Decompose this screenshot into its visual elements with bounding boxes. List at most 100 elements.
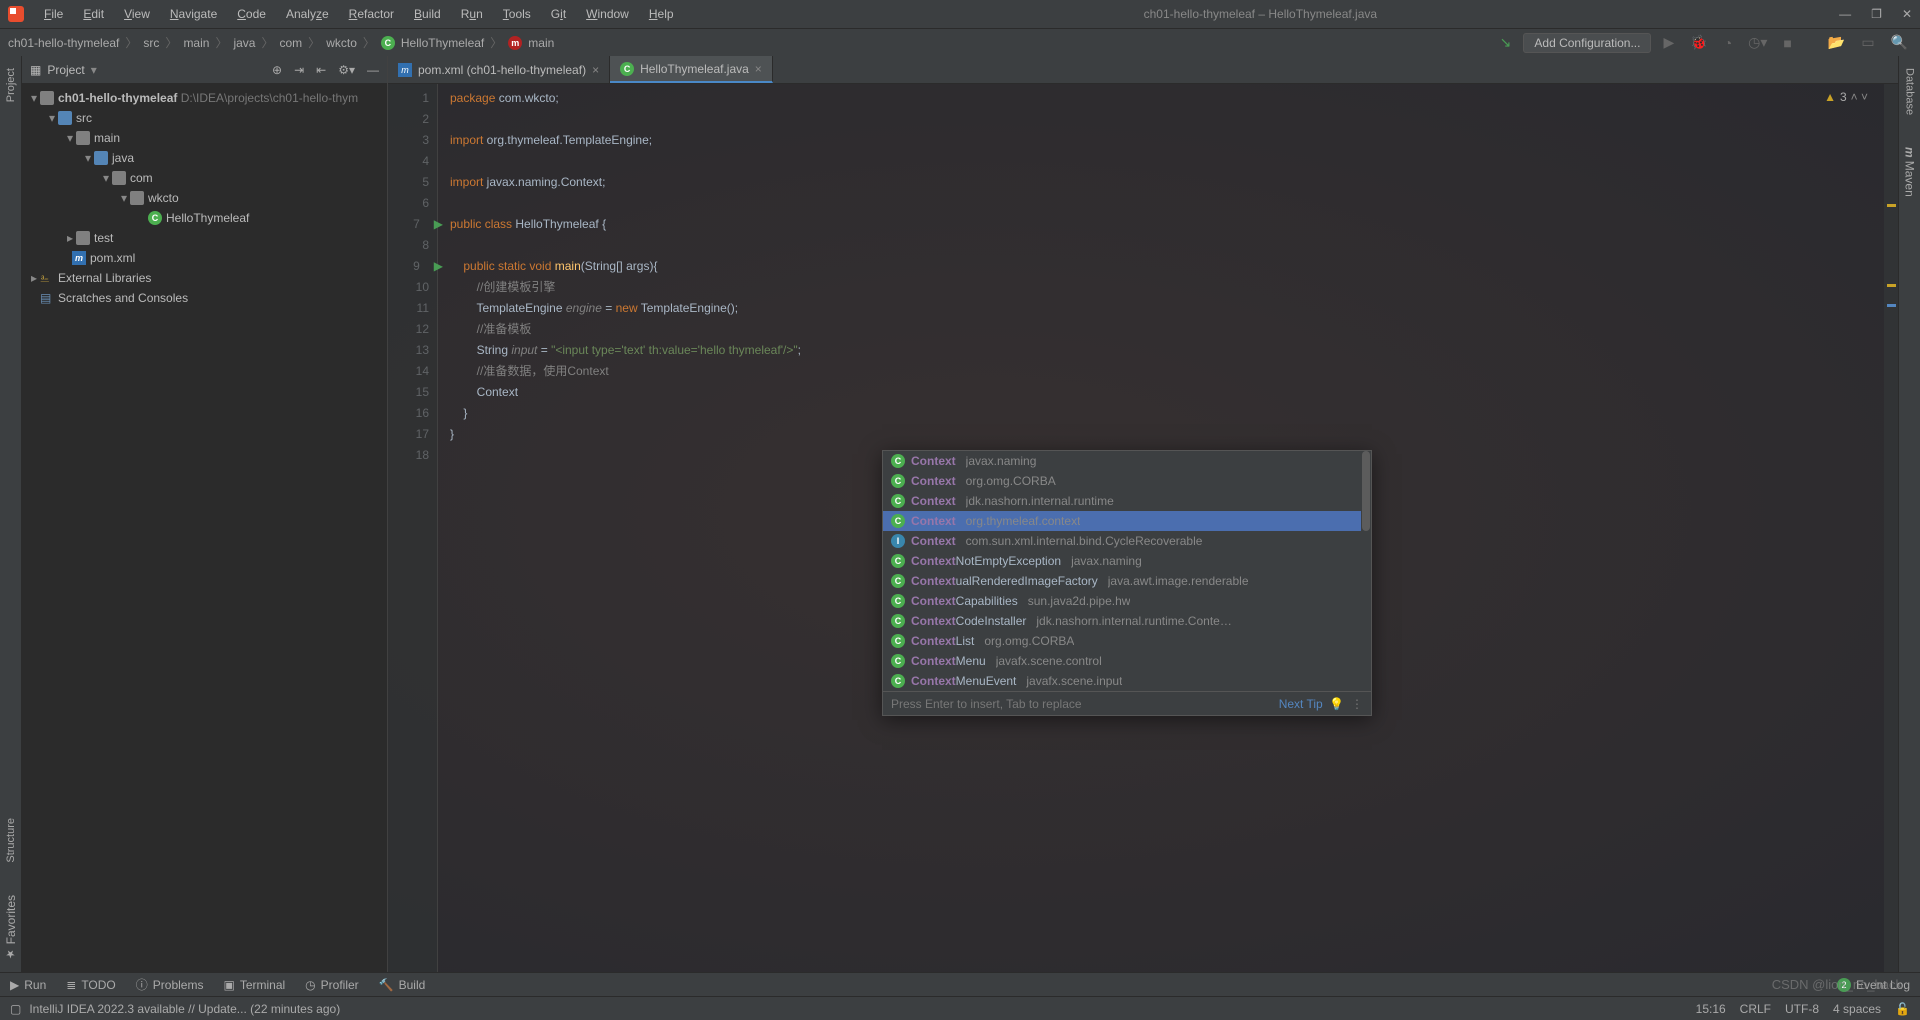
status-message[interactable]: IntelliJ IDEA 2022.3 available // Update… [29,1002,340,1016]
completion-item[interactable]: CContextorg.thymeleaf.context [883,511,1371,531]
indent-info[interactable]: 4 spaces [1833,1002,1881,1016]
minimize-icon[interactable]: ― [1839,7,1851,21]
completion-item[interactable]: CContextListorg.omg.CORBA [883,631,1371,651]
menu-tools[interactable]: Tools [495,3,539,25]
completion-scrollbar[interactable] [1361,451,1371,691]
locate-icon[interactable]: ⊕ [272,63,282,77]
maximize-icon[interactable]: ❐ [1871,7,1882,21]
title-bar: File Edit View Navigate Code Analyze Ref… [0,0,1920,28]
menu-analyze[interactable]: Analyze [278,3,337,25]
database-tool-button[interactable]: Database [1904,62,1916,121]
tab-hello[interactable]: C HelloThymeleaf.java × [610,56,773,83]
tree-item[interactable]: main [94,131,120,145]
project-tree[interactable]: ▾ch01-hello-thymeleaf D:\IDEA\projects\c… [22,84,387,972]
profiler-tool-button[interactable]: ◷Profiler [305,978,359,992]
completion-item[interactable]: CContextjdk.nashorn.internal.runtime [883,491,1371,511]
folder-icon [58,111,72,125]
chevron-down-icon[interactable]: ▾ [91,63,97,77]
menu-view[interactable]: View [116,3,158,25]
completion-item[interactable]: CContextNotEmptyExceptionjavax.naming [883,551,1371,571]
project-tool-button[interactable]: Project [5,62,17,108]
menu-code[interactable]: Code [229,3,274,25]
add-configuration-button[interactable]: Add Configuration... [1523,33,1651,53]
tree-root[interactable]: ch01-hello-thymeleaf [58,91,177,105]
file-encoding[interactable]: UTF-8 [1785,1002,1819,1016]
completion-item[interactable]: CContextCapabilitiessun.java2d.pipe.hw [883,591,1371,611]
right-tool-stripe: Database m Maven [1898,56,1920,972]
inspection-widget[interactable]: ▲3 ˄ ˅ [1824,90,1868,104]
close-icon[interactable]: ✕ [1902,7,1912,21]
maven-tool-button[interactable]: m Maven [1903,141,1917,203]
tool-window-toggle-icon[interactable]: ▢ [10,1002,21,1016]
collapse-icon[interactable]: ⇤ [316,63,326,77]
debug-icon[interactable]: 🐞 [1686,34,1711,51]
hide-icon[interactable]: ― [367,63,379,77]
build-hammer-icon[interactable]: ↘ [1496,34,1516,51]
completion-item[interactable]: CContextjavax.naming [883,451,1371,471]
tab-close-icon[interactable]: × [755,62,762,76]
crumb[interactable]: java [233,36,255,50]
completion-item[interactable]: CContextCodeInstallerjdk.nashorn.interna… [883,611,1371,631]
crumb-class[interactable]: HelloThymeleaf [401,36,484,50]
menu-file[interactable]: File [36,3,71,25]
coverage-icon[interactable]: ◔ [1720,35,1736,51]
run-icon[interactable]: ▶ [1659,34,1678,51]
build-tool-button[interactable]: 🔨Build [379,978,426,992]
interface-icon: I [891,534,905,548]
line-separator[interactable]: CRLF [1740,1002,1771,1016]
completion-item[interactable]: CContextualRenderedImageFactoryjava.awt.… [883,571,1371,591]
completion-popup[interactable]: CContextjavax.namingCContextorg.omg.CORB… [882,450,1372,716]
project-header-label[interactable]: Project [47,63,84,77]
menu-refactor[interactable]: Refactor [341,3,402,25]
profile-icon[interactable]: ◷▾ [1744,34,1771,51]
tree-item[interactable]: test [94,231,113,245]
completion-item[interactable]: CContextMenujavafx.scene.control [883,651,1371,671]
crumb[interactable]: ch01-hello-thymeleaf [8,36,119,50]
crumb[interactable]: com [280,36,303,50]
tree-item[interactable]: External Libraries [58,271,151,285]
menu-window[interactable]: Window [578,3,637,25]
tree-file[interactable]: pom.xml [90,251,135,265]
line-gutter[interactable]: 1234567▶89▶101112131415161718 [388,84,438,972]
git-commit-icon[interactable]: ▭ [1857,34,1878,51]
crumb[interactable]: main [183,36,209,50]
tree-item[interactable]: com [130,171,153,185]
stop-icon[interactable]: ■ [1779,35,1795,51]
crumb[interactable]: src [143,36,159,50]
bulb-icon[interactable]: 💡 [1329,697,1344,711]
tab-close-icon[interactable]: × [592,63,599,77]
readonly-lock-icon[interactable]: 🔓 [1895,1002,1910,1016]
error-stripe[interactable] [1884,84,1898,972]
terminal-tool-button[interactable]: ▣Terminal [223,978,285,992]
structure-tool-button[interactable]: Structure [5,812,17,869]
completion-item[interactable]: IContextcom.sun.xml.internal.bind.CycleR… [883,531,1371,551]
run-tool-button[interactable]: ▶Run [10,978,46,992]
tree-item[interactable]: wkcto [148,191,179,205]
scrollbar-thumb[interactable] [1362,451,1370,531]
settings-gear-icon[interactable]: ⚙▾ [338,63,355,77]
menu-git[interactable]: Git [543,3,574,25]
menu-build[interactable]: Build [406,3,449,25]
completion-item[interactable]: CContextMenuEventjavafx.scene.input [883,671,1371,691]
tree-file[interactable]: HelloThymeleaf [166,211,249,225]
tree-item[interactable]: java [112,151,134,165]
crumb[interactable]: wkcto [326,36,357,50]
completion-item[interactable]: CContextorg.omg.CORBA [883,471,1371,491]
favorites-tool-button[interactable]: ★ Favorites [4,889,18,966]
search-icon[interactable]: 🔍 [1887,34,1912,51]
menu-run[interactable]: Run [453,3,491,25]
tab-pom[interactable]: m pom.xml (ch01-hello-thymeleaf) × [388,56,610,83]
caret-position[interactable]: 15:16 [1696,1002,1726,1016]
git-update-icon[interactable]: 📂 [1824,34,1849,51]
tree-item[interactable]: src [76,111,92,125]
menu-navigate[interactable]: Navigate [162,3,225,25]
tree-item[interactable]: Scratches and Consoles [58,291,188,305]
next-tip-link[interactable]: Next Tip [1279,697,1323,711]
more-icon[interactable]: ⋮ [1351,697,1363,711]
menu-edit[interactable]: Edit [75,3,112,25]
problems-tool-button[interactable]: ⓘProblems [136,976,204,993]
expand-icon[interactable]: ⇥ [294,63,304,77]
todo-tool-button[interactable]: ≣TODO [66,978,116,992]
menu-help[interactable]: Help [641,3,682,25]
crumb-method[interactable]: main [528,36,554,50]
